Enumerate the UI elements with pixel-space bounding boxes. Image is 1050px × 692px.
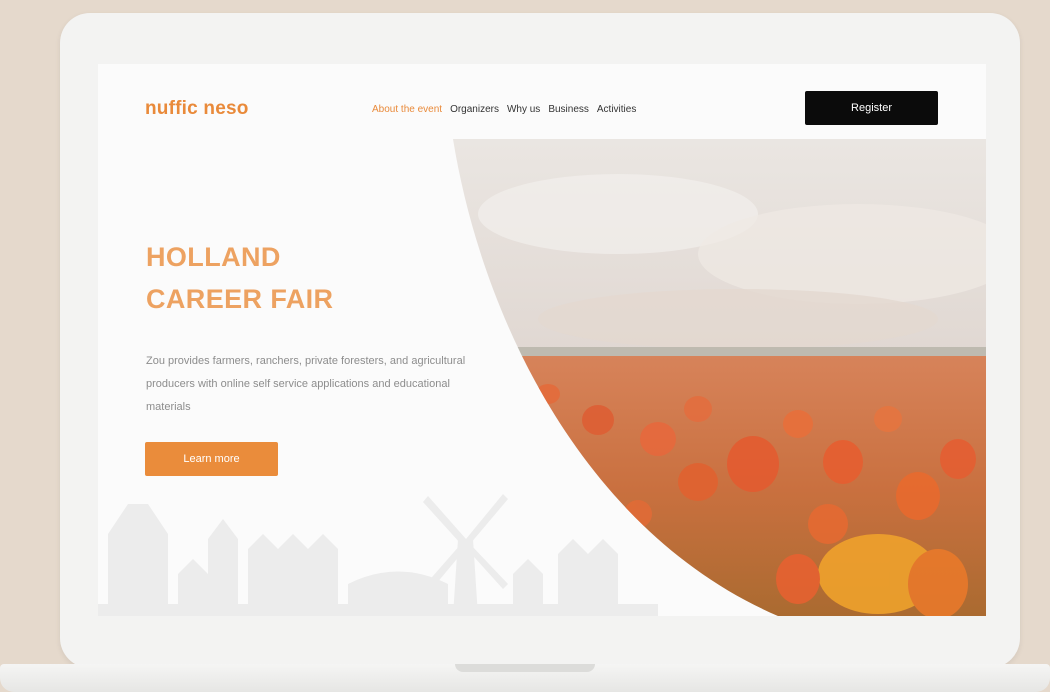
dutch-skyline-silhouette — [98, 494, 658, 616]
hero-description: Zou provides farmers, ranchers, private … — [146, 355, 466, 413]
main-nav: About the event Organizers Why us Busine… — [372, 104, 636, 115]
nav-item-organizers[interactable]: Organizers — [450, 104, 499, 115]
hero-title: HOLLAND CAREER FAIR — [146, 236, 333, 320]
hero-title-line-1: HOLLAND — [146, 242, 281, 272]
nav-item-business[interactable]: Business — [548, 104, 589, 115]
nav-item-activities[interactable]: Activities — [597, 104, 636, 115]
nav-item-about[interactable]: About the event — [372, 104, 442, 115]
website-screen: nuffic neso About the event Organizers W… — [98, 64, 986, 616]
laptop-notch — [455, 664, 595, 672]
learn-more-button[interactable]: Learn more — [145, 442, 278, 476]
hero-title-line-2: CAREER FAIR — [146, 284, 334, 314]
nav-item-why-us[interactable]: Why us — [507, 104, 540, 115]
logo[interactable]: nuffic neso — [145, 98, 249, 120]
register-button[interactable]: Register — [805, 91, 938, 125]
